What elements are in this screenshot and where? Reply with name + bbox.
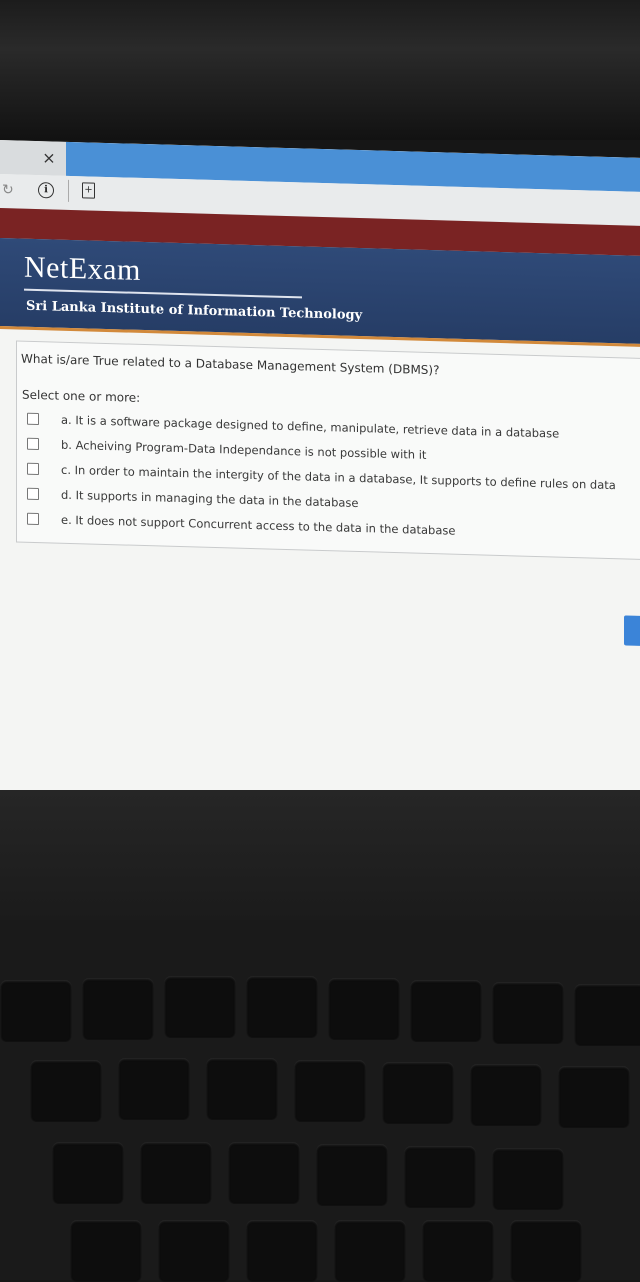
keyboard-key bbox=[140, 1142, 212, 1204]
option-d-checkbox[interactable] bbox=[27, 487, 39, 501]
keyboard-key bbox=[30, 1060, 102, 1122]
question-text: What is/are True related to a Database M… bbox=[21, 351, 440, 378]
keyboard-key bbox=[206, 1058, 278, 1120]
keyboard-key bbox=[0, 980, 72, 1042]
keyboard-key bbox=[164, 976, 236, 1038]
keyboard-key bbox=[294, 1060, 366, 1122]
keyboard-key bbox=[316, 1144, 388, 1206]
reload-icon[interactable]: ↻ bbox=[2, 182, 14, 198]
brand-logo[interactable]: NetExam bbox=[24, 251, 141, 288]
institute-name: Sri Lanka Institute of Information Techn… bbox=[26, 298, 363, 324]
option-b[interactable]: b. Acheiving Program-Data Independance i… bbox=[27, 437, 426, 462]
option-e-label: e. It does not support Concurrent access… bbox=[61, 512, 456, 538]
keyboard-key bbox=[558, 1066, 630, 1128]
monitor-top-bezel bbox=[0, 0, 640, 140]
keyboard-key bbox=[422, 1220, 494, 1282]
option-c-checkbox[interactable] bbox=[27, 462, 39, 476]
keyboard-key bbox=[470, 1064, 542, 1126]
info-icon[interactable]: i bbox=[38, 182, 54, 199]
keyboard-key bbox=[70, 1220, 142, 1282]
question-box: What is/are True related to a Database M… bbox=[16, 340, 640, 561]
keyboard-key bbox=[158, 1220, 230, 1282]
keyboard-key bbox=[492, 1148, 564, 1210]
keyboard-key bbox=[574, 984, 640, 1046]
option-c[interactable]: c. In order to maintain the intergity of… bbox=[27, 462, 616, 492]
option-c-label: c. In order to maintain the intergity of… bbox=[61, 462, 616, 493]
option-e[interactable]: e. It does not support Concurrent access… bbox=[27, 512, 455, 538]
monitor-lower-bezel bbox=[0, 790, 640, 920]
option-b-checkbox[interactable] bbox=[27, 437, 39, 451]
keyboard-key bbox=[404, 1146, 476, 1208]
keyboard-key bbox=[52, 1142, 124, 1204]
keyboard-key bbox=[246, 976, 318, 1038]
site-header: NetExam Sri Lanka Institute of Informati… bbox=[0, 238, 640, 347]
keyboard-key bbox=[228, 1142, 300, 1204]
option-a[interactable]: a. It is a software package designed to … bbox=[27, 412, 559, 441]
brand-divider bbox=[24, 288, 302, 299]
answer-prompt: Select one or more: bbox=[22, 387, 141, 405]
keyboard-key bbox=[382, 1062, 454, 1124]
keyboard-key bbox=[334, 1220, 406, 1282]
page-action-icon[interactable]: + bbox=[82, 182, 95, 199]
toolbar-separator bbox=[68, 179, 69, 202]
keyboard-key bbox=[118, 1058, 190, 1120]
close-tab-icon[interactable]: × bbox=[40, 148, 58, 168]
keyboard-key bbox=[492, 982, 564, 1044]
keyboard bbox=[0, 920, 640, 1282]
option-a-label: a. It is a software package designed to … bbox=[61, 412, 560, 441]
keyboard-key bbox=[410, 980, 482, 1042]
option-d[interactable]: d. It supports in managing the data in t… bbox=[27, 487, 359, 510]
keyboard-key bbox=[246, 1220, 318, 1282]
browser-screen: × ↻ i + NetExam Sri Lanka Institute of I… bbox=[0, 140, 640, 808]
option-a-checkbox[interactable] bbox=[27, 412, 39, 426]
keyboard-key bbox=[82, 978, 154, 1040]
keyboard-key bbox=[510, 1220, 582, 1282]
side-navigation-button[interactable] bbox=[624, 615, 640, 646]
option-d-label: d. It supports in managing the data in t… bbox=[61, 487, 359, 511]
keyboard-key bbox=[328, 978, 400, 1040]
option-e-checkbox[interactable] bbox=[27, 512, 39, 526]
option-b-label: b. Acheiving Program-Data Independance i… bbox=[61, 437, 427, 462]
